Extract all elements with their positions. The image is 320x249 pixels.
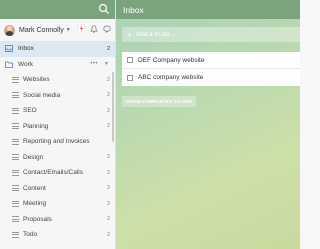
avatar bbox=[4, 24, 15, 36]
todo-text: ABC company website bbox=[138, 74, 204, 81]
add-todo-input[interactable] bbox=[135, 31, 286, 38]
todo-list: DEF Company website ABC company website bbox=[122, 52, 300, 86]
flash-icon[interactable] bbox=[78, 24, 85, 33]
sidebar-item-label: Social media bbox=[23, 91, 61, 99]
page-title: Inbox bbox=[123, 4, 144, 15]
todo-checkbox[interactable] bbox=[127, 57, 133, 63]
main-panel: Inbox + DEF Company website ABC company … bbox=[116, 0, 300, 249]
user-row[interactable]: Mark Connolly ▼ bbox=[0, 19, 115, 41]
chat-icon[interactable] bbox=[103, 25, 111, 33]
sidebar-item-label: Design bbox=[23, 153, 44, 161]
inbox-icon bbox=[5, 45, 13, 53]
sidebar-item-label: Todo bbox=[23, 231, 38, 239]
list-icon bbox=[12, 92, 19, 99]
sidebar-item-list[interactable]: Meeting 2 bbox=[0, 196, 115, 212]
sidebar-item-label: Websites bbox=[23, 76, 50, 84]
list-icon bbox=[12, 138, 19, 145]
sidebar-item-list[interactable]: Design 2 bbox=[0, 150, 115, 166]
item-count: 2 bbox=[106, 216, 110, 223]
sidebar-item-list[interactable]: Content 2 bbox=[0, 181, 115, 197]
list-icon bbox=[12, 216, 19, 223]
list-icon bbox=[12, 169, 19, 176]
item-count: 2 bbox=[106, 231, 110, 238]
sidebar-item-list[interactable]: Reporting and Invoices bbox=[0, 134, 115, 150]
list-icon bbox=[12, 185, 19, 192]
sidebar: Mark Connolly ▼ Inbox 2 Work ••• ▼ Websi… bbox=[0, 0, 116, 249]
main-header: Inbox bbox=[116, 0, 300, 19]
item-count: 2 bbox=[106, 185, 110, 192]
sidebar-item-list[interactable]: Contact/Emails/Calls 2 bbox=[0, 165, 115, 181]
sidebar-item-label: Contact/Emails/Calls bbox=[23, 169, 83, 177]
sidebar-item-list[interactable]: Social media 2 bbox=[0, 88, 115, 104]
item-count: 2 bbox=[106, 169, 110, 176]
sidebar-item-label: SEO bbox=[23, 107, 37, 115]
sidebar-scrollbar[interactable] bbox=[112, 72, 114, 142]
folder-icon bbox=[5, 60, 13, 68]
search-icon[interactable] bbox=[98, 3, 110, 15]
sidebar-item-list[interactable]: Todo 2 bbox=[0, 227, 115, 243]
list-icon bbox=[12, 231, 19, 238]
item-count: 2 bbox=[106, 45, 110, 52]
chevron-down-icon[interactable]: ▼ bbox=[66, 27, 71, 33]
item-count: 2 bbox=[106, 154, 110, 161]
list-icon bbox=[12, 200, 19, 207]
user-name: Mark Connolly bbox=[19, 26, 64, 34]
sidebar-item-list[interactable]: Proposals 2 bbox=[0, 212, 115, 228]
list-icon bbox=[12, 76, 19, 83]
sidebar-item-list[interactable]: SEO 2 bbox=[0, 103, 115, 119]
todo-checkbox[interactable] bbox=[127, 74, 133, 81]
item-count: 2 bbox=[106, 107, 110, 114]
sidebar-item-list[interactable]: Websites 2 bbox=[0, 72, 115, 88]
more-icon[interactable]: ••• bbox=[90, 61, 98, 67]
todo-text: DEF Company website bbox=[138, 56, 205, 64]
list-icon bbox=[12, 123, 19, 130]
todo-item[interactable]: ABC company website bbox=[122, 69, 300, 86]
sidebar-item-label: Meeting bbox=[23, 200, 47, 208]
sidebar-item-label: Proposals bbox=[23, 215, 52, 223]
list-icon bbox=[12, 154, 19, 161]
sidebar-item-label: Reporting and Invoices bbox=[23, 138, 90, 146]
sidebar-header bbox=[0, 0, 115, 19]
item-count: 2 bbox=[106, 76, 110, 83]
sidebar-item-list[interactable]: Planning 2 bbox=[0, 119, 115, 135]
list-icon bbox=[12, 107, 19, 114]
sidebar-item-label: Planning bbox=[23, 122, 49, 130]
chevron-down-icon[interactable]: ▼ bbox=[104, 61, 109, 67]
item-count: 2 bbox=[106, 200, 110, 207]
plus-icon[interactable]: + bbox=[127, 30, 132, 39]
sidebar-item-label: Work bbox=[18, 60, 34, 68]
bell-icon[interactable] bbox=[90, 24, 98, 33]
item-count: 2 bbox=[106, 92, 110, 99]
todo-item[interactable]: DEF Company website bbox=[122, 52, 300, 69]
work-list: Websites 2 Social media 2 SEO 2 Planning 2 Repor… bbox=[0, 72, 115, 243]
sidebar-item-inbox[interactable]: Inbox 2 bbox=[0, 41, 115, 57]
sidebar-item-label: Content bbox=[23, 184, 46, 192]
item-count: 2 bbox=[106, 123, 110, 130]
add-todo-bar[interactable]: + bbox=[122, 27, 300, 42]
show-completed-button[interactable]: SHOW COMPLETED TO-DOS bbox=[122, 96, 197, 107]
sidebar-item-work[interactable]: Work ••• ▼ bbox=[0, 57, 115, 73]
sidebar-item-label: Inbox bbox=[18, 45, 34, 53]
